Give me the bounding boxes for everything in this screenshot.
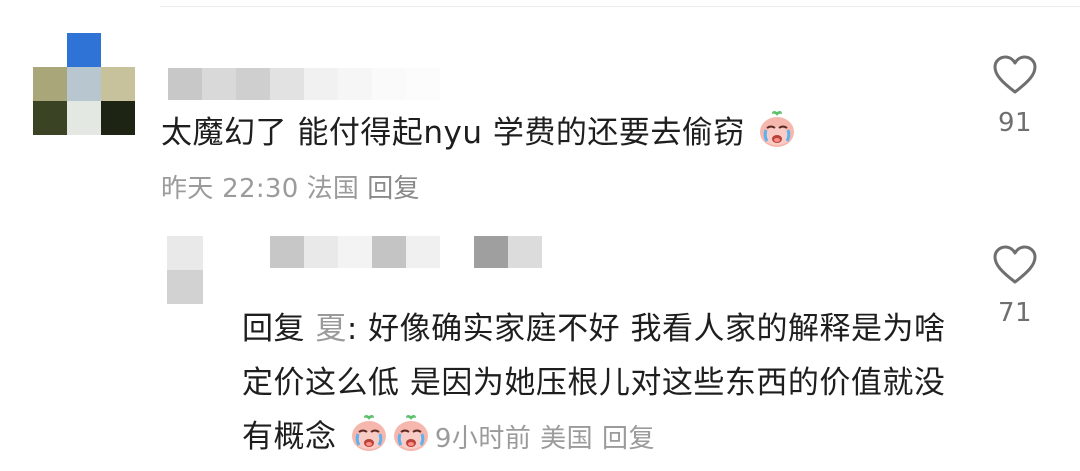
comment-meta: 昨天 22:30 法国 回复 — [161, 168, 428, 205]
avatar-pixel — [101, 33, 135, 67]
top-divider — [160, 6, 1080, 7]
avatar-pixel — [33, 33, 67, 67]
comment-text: 太魔幻了 能付得起nyu 学费的还要去偷窃 — [161, 109, 797, 153]
username-blurred[interactable] — [168, 68, 440, 100]
avatar-pixel — [67, 33, 101, 67]
crying-face-emoji — [393, 414, 428, 451]
avatar-pixel — [67, 67, 101, 101]
like-button[interactable]: 91 — [985, 54, 1045, 138]
heart-icon — [993, 55, 1037, 94]
like-count: 71 — [997, 298, 1033, 328]
comment-body: 太魔幻了 能付得起nyu 学费的还要去偷窃 — [161, 115, 745, 151]
reply-location: 美国 — [540, 424, 594, 454]
comment-time: 昨天 22:30 — [161, 174, 299, 204]
avatar[interactable] — [33, 33, 135, 135]
reply-prefix: 回复 — [242, 311, 305, 347]
like-count: 91 — [997, 108, 1033, 138]
avatar-pixel — [167, 270, 203, 304]
avatar-pixel — [101, 67, 135, 101]
avatar-pixel — [33, 101, 67, 135]
crying-face-emoji — [351, 414, 386, 451]
avatar-pixel — [67, 101, 101, 135]
reply-like-button[interactable]: 71 — [985, 244, 1045, 328]
heart-icon — [993, 245, 1037, 284]
avatar-pixel — [101, 101, 135, 135]
reply-target-user[interactable]: 夏 — [315, 311, 347, 347]
avatar-pixel — [167, 236, 203, 270]
reply-avatar[interactable] — [167, 236, 203, 304]
avatar-pixel — [33, 67, 67, 101]
comment-location: 法国 — [306, 174, 360, 204]
reply-username-blurred[interactable] — [270, 236, 542, 268]
reply-button[interactable]: 回复 — [367, 174, 420, 204]
reply-text: 回复 夏: 好像确实家庭不好 我看人家的解释是为啥定价这么低 是因为她压根儿对这… — [242, 302, 962, 466]
reply-meta: 9小时前 美国 回复 — [435, 424, 655, 454]
reply-reply-button[interactable]: 回复 — [602, 424, 655, 454]
reply-time: 9小时前 — [434, 424, 532, 454]
crying-face-emoji — [760, 110, 795, 147]
